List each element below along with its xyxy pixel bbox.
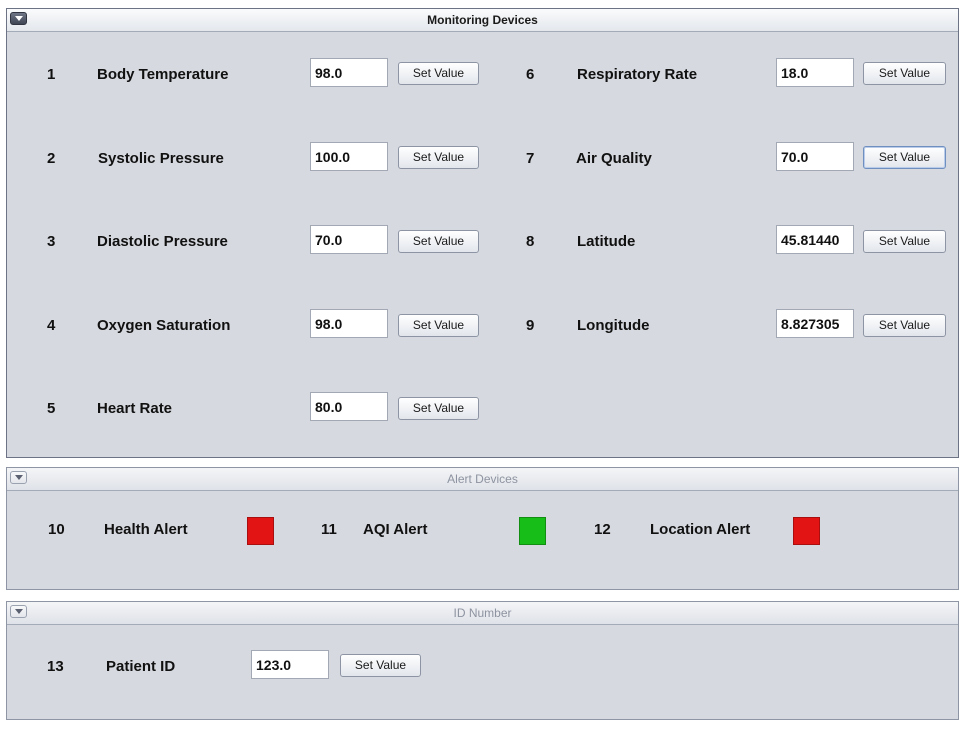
set-value-button[interactable]: Set Value <box>863 146 946 169</box>
device-number: 3 <box>47 233 56 250</box>
alert-number: 11 <box>321 521 337 538</box>
alert-devices-panel: Alert Devices 10 Health Alert 11 AQI Ale… <box>6 467 959 590</box>
device-label-heart-rate: Heart Rate <box>97 400 173 417</box>
alert-label-location: Location Alert <box>650 521 751 538</box>
panel-title: Alert Devices <box>447 472 518 486</box>
latitude-input[interactable]: 45.81440 <box>776 225 854 254</box>
respiratory-rate-input[interactable]: 18.0 <box>776 58 854 87</box>
alert-label-health: Health Alert <box>104 521 188 538</box>
device-label-body-temperature: Body Temperature <box>97 66 229 83</box>
id-number-content: 13 Patient ID 123.0 Set Value <box>7 625 958 719</box>
device-number: 7 <box>526 150 535 167</box>
device-number: 2 <box>47 150 56 167</box>
air-quality-input[interactable]: 70.0 <box>776 142 854 171</box>
set-value-button[interactable]: Set Value <box>340 654 421 677</box>
set-value-button[interactable]: Set Value <box>398 62 479 85</box>
device-number: 8 <box>526 233 535 250</box>
device-number: 4 <box>47 317 56 334</box>
panel-title: Monitoring Devices <box>427 13 538 27</box>
oxygen-saturation-input[interactable]: 98.0 <box>310 309 388 338</box>
device-number: 9 <box>526 317 535 334</box>
set-value-button[interactable]: Set Value <box>398 230 479 253</box>
alert-label-aqi: AQI Alert <box>363 521 428 538</box>
set-value-button[interactable]: Set Value <box>863 314 946 337</box>
device-label-diastolic-pressure: Diastolic Pressure <box>97 233 228 250</box>
alert-number: 12 <box>594 521 611 538</box>
aqi-alert-indicator <box>519 517 546 545</box>
id-number-panel: ID Number 13 Patient ID 123.0 Set Value <box>6 601 959 720</box>
monitoring-devices-panel: Monitoring Devices 1 Body Temperature 98… <box>6 8 959 458</box>
health-alert-indicator <box>247 517 274 545</box>
device-number: 5 <box>47 400 56 417</box>
alert-devices-titlebar: Alert Devices <box>7 468 958 491</box>
systolic-pressure-input[interactable]: 100.0 <box>310 142 388 171</box>
device-label-systolic-pressure: Systolic Pressure <box>98 150 224 167</box>
device-label-oxygen-saturation: Oxygen Saturation <box>97 317 231 334</box>
body-temperature-input[interactable]: 98.0 <box>310 58 388 87</box>
set-value-button[interactable]: Set Value <box>398 314 479 337</box>
id-number-titlebar: ID Number <box>7 602 958 625</box>
heart-rate-input[interactable]: 80.0 <box>310 392 388 421</box>
panel-title: ID Number <box>453 606 512 620</box>
alert-number: 10 <box>48 521 65 538</box>
set-value-button[interactable]: Set Value <box>863 230 946 253</box>
device-number: 6 <box>526 66 535 83</box>
monitoring-devices-titlebar: Monitoring Devices <box>7 9 958 32</box>
alert-devices-content: 10 Health Alert 11 AQI Alert 12 Location… <box>7 491 958 589</box>
device-label-air-quality: Air Quality <box>576 150 652 167</box>
set-value-button[interactable]: Set Value <box>398 397 479 420</box>
id-number: 13 <box>47 658 64 675</box>
set-value-button[interactable]: Set Value <box>863 62 946 85</box>
longitude-input[interactable]: 8.827305 <box>776 309 854 338</box>
device-label-latitude: Latitude <box>577 233 636 250</box>
device-label-respiratory-rate: Respiratory Rate <box>577 66 698 83</box>
patient-id-label: Patient ID <box>106 658 176 675</box>
patient-id-input[interactable]: 123.0 <box>251 650 329 679</box>
set-value-button[interactable]: Set Value <box>398 146 479 169</box>
monitoring-devices-content: 1 Body Temperature 98.0 Set Value 6 Resp… <box>7 32 958 457</box>
device-label-longitude: Longitude <box>577 317 650 334</box>
device-number: 1 <box>47 66 56 83</box>
location-alert-indicator <box>793 517 820 545</box>
diastolic-pressure-input[interactable]: 70.0 <box>310 225 388 254</box>
